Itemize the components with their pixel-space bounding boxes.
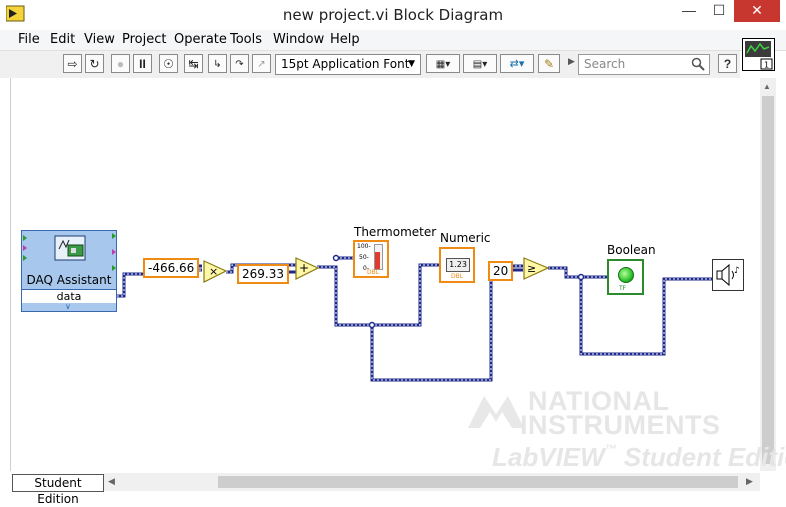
- numeric-display: 1.23: [446, 258, 470, 272]
- offset-constant[interactable]: 269.33: [237, 264, 289, 284]
- wire-junction: [368, 321, 376, 329]
- daq-output-data[interactable]: data: [22, 289, 116, 303]
- wire-to-boolean: [548, 266, 607, 279]
- ni-watermark: NATIONAL INSTRUMENTS LabVIEW™ Student Ed…: [468, 386, 786, 472]
- thermometer-tick: 100-: [357, 243, 371, 250]
- multiplier-constant[interactable]: -466.66: [143, 258, 200, 278]
- multiply-node[interactable]: ×: [203, 260, 228, 283]
- boolean-label: Boolean: [607, 243, 656, 257]
- daq-assistant-node[interactable]: DAQ Assistant data ∨: [21, 230, 117, 312]
- thermometer-tick: 50-: [359, 254, 369, 261]
- numeric-indicator[interactable]: 1.23 DBL: [439, 247, 475, 283]
- greater-or-equal-node[interactable]: ≥: [523, 257, 550, 280]
- numeric-label: Numeric: [440, 231, 491, 245]
- add-node[interactable]: +: [295, 257, 320, 280]
- wm-tm: ™: [604, 442, 617, 456]
- boolean-indicator[interactable]: TF: [607, 259, 644, 295]
- thermometer-label: Thermometer: [354, 225, 437, 239]
- wire-to-beep: [579, 277, 712, 356]
- svg-text:+: +: [299, 261, 309, 275]
- wire-to-compare: [370, 264, 523, 382]
- thermometer-level: [375, 252, 380, 269]
- daq-card-icon: [54, 235, 86, 261]
- expand-chevron-icon[interactable]: ∨: [65, 302, 71, 311]
- thermometer-indicator[interactable]: 100- 50- 0- DBL: [353, 240, 389, 278]
- beep-node[interactable]: ♪: [712, 259, 744, 291]
- svg-text:≥: ≥: [527, 262, 536, 275]
- terminal-arrow-icon: [23, 235, 27, 241]
- ni-eagle-logo: [468, 396, 524, 428]
- terminal-arrow-icon: [112, 233, 116, 239]
- wm-student-edition: Student Edition: [623, 442, 786, 472]
- wm-instruments: INSTRUMENTS: [520, 410, 721, 440]
- svg-text:♪: ♪: [734, 266, 740, 276]
- led-icon: [618, 267, 634, 283]
- numeric-type: DBL: [451, 273, 464, 280]
- thermometer-type: DBL: [367, 269, 380, 276]
- terminal-arrow-icon: [112, 265, 116, 271]
- wm-labview-text: LabVIEW: [492, 442, 605, 472]
- terminal-arrow-icon: [112, 249, 116, 255]
- wm-labview: LabVIEW™ Student Edition: [492, 442, 786, 473]
- terminal-arrow-icon: [23, 255, 27, 261]
- daq-assistant-label: DAQ Assistant: [26, 273, 112, 287]
- threshold-constant[interactable]: 20: [488, 261, 514, 281]
- speaker-icon: ♪: [716, 263, 740, 287]
- wire-junction: [332, 254, 340, 262]
- svg-text:×: ×: [209, 265, 218, 278]
- boolean-type: TF: [619, 285, 627, 292]
- terminal-arrow-icon: [23, 245, 27, 251]
- wire-junction: [577, 273, 585, 281]
